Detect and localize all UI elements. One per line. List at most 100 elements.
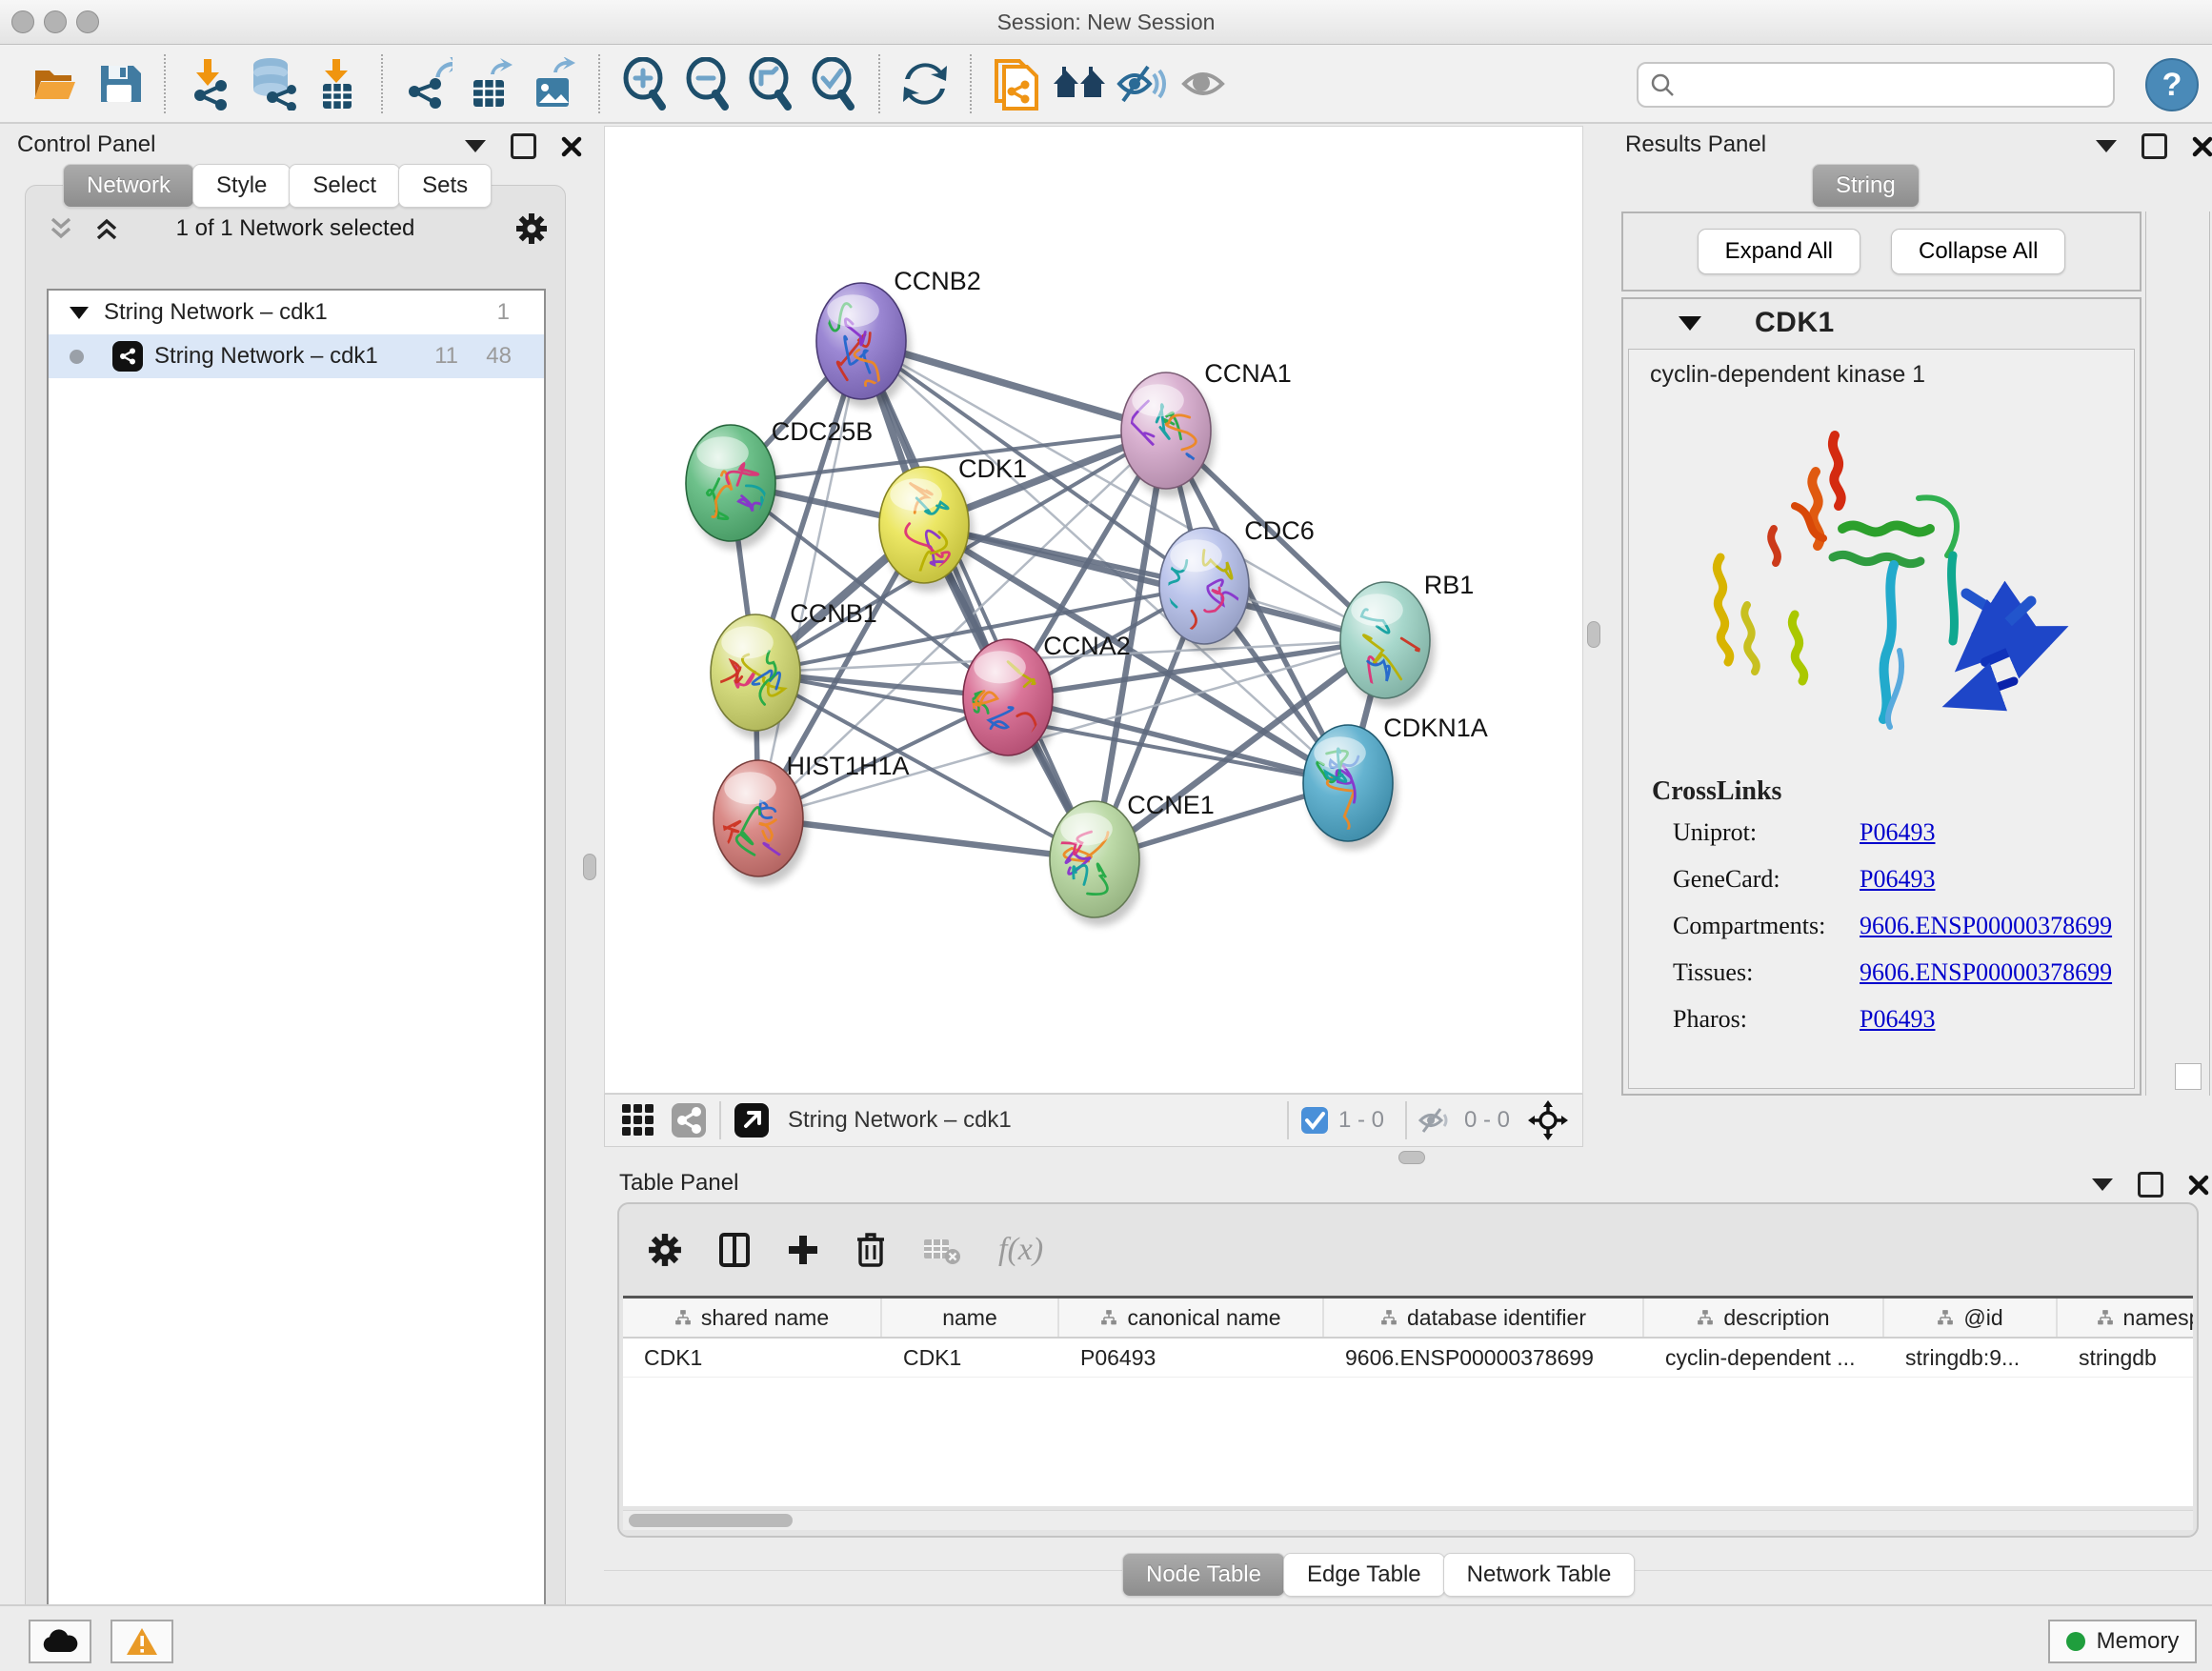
table-row[interactable]: CDK1CDK1P064939606.ENSP00000378699cyclin… bbox=[623, 1339, 2193, 1378]
network-node-cdc6[interactable] bbox=[1156, 528, 1254, 680]
panel-float-icon[interactable] bbox=[2092, 1178, 2113, 1191]
string-home-button[interactable] bbox=[1048, 53, 1111, 114]
zoom-out-button[interactable] bbox=[676, 53, 739, 114]
network-options-gear-icon[interactable] bbox=[515, 212, 548, 245]
crosslink-value-link[interactable]: P06493 bbox=[1860, 818, 1935, 847]
tab-node-table[interactable]: Node Table bbox=[1122, 1553, 1285, 1597]
memory-button[interactable]: Memory bbox=[2048, 1620, 2197, 1663]
help-button[interactable]: ? bbox=[2145, 58, 2199, 111]
scrollbar-thumb[interactable] bbox=[629, 1514, 793, 1527]
toolbar-separator bbox=[598, 54, 600, 113]
table-horizontal-scrollbar[interactable] bbox=[623, 1510, 2193, 1530]
column-header-canonical-name[interactable]: canonical name bbox=[1059, 1299, 1324, 1337]
column-header-database-identifier[interactable]: database identifier bbox=[1324, 1299, 1644, 1337]
zoom-fit-button[interactable] bbox=[739, 53, 802, 114]
import-table-file-button[interactable] bbox=[305, 53, 368, 114]
crosslink-value-link[interactable]: 9606.ENSP00000378699 bbox=[1860, 958, 2112, 987]
tab-network-table[interactable]: Network Table bbox=[1443, 1553, 1636, 1597]
left-splitter-handle[interactable] bbox=[583, 854, 596, 880]
save-session-button[interactable] bbox=[88, 53, 151, 114]
tab-network[interactable]: Network bbox=[63, 164, 194, 208]
column-header--id[interactable]: @id bbox=[1884, 1299, 2058, 1337]
crosslink-value-link[interactable]: P06493 bbox=[1860, 865, 1935, 894]
string-app-icon bbox=[112, 341, 143, 372]
network-edge[interactable] bbox=[758, 818, 1095, 859]
show-panel-button[interactable] bbox=[1174, 53, 1237, 114]
network-edge[interactable] bbox=[758, 341, 861, 818]
panel-float-icon[interactable] bbox=[2096, 140, 2117, 152]
crosslink-value-link[interactable]: 9606.ENSP00000378699 bbox=[1860, 912, 2112, 940]
open-session-button[interactable] bbox=[25, 53, 88, 114]
search-box[interactable] bbox=[1637, 62, 2115, 108]
table-cell[interactable]: stringdb:9... bbox=[1884, 1339, 2058, 1377]
tab-select[interactable]: Select bbox=[289, 164, 400, 208]
crosslink-label: Uniprot: bbox=[1673, 818, 1860, 847]
zoom-selected-button[interactable] bbox=[802, 53, 865, 114]
zoom-in-button[interactable] bbox=[613, 53, 676, 114]
cloud-status-button[interactable] bbox=[29, 1620, 91, 1663]
create-column-plus-icon[interactable] bbox=[787, 1234, 819, 1266]
network-node-ccne1[interactable] bbox=[1050, 801, 1144, 926]
network-node-ccnb2[interactable] bbox=[813, 283, 911, 408]
application-window: Session: New Session bbox=[0, 0, 2212, 1671]
export-image-button[interactable] bbox=[522, 53, 585, 114]
network-badge-icon[interactable] bbox=[670, 1101, 708, 1139]
table-cell[interactable]: 9606.ENSP00000378699 bbox=[1324, 1339, 1644, 1377]
open-in-new-window-icon[interactable] bbox=[733, 1101, 771, 1139]
network-collection-row[interactable]: String Network – cdk1 1 bbox=[49, 291, 544, 334]
column-header-shared-name[interactable]: shared name bbox=[623, 1299, 882, 1337]
results-scrollbar-track[interactable] bbox=[2145, 211, 2210, 1096]
panel-maximize-icon[interactable] bbox=[2142, 133, 2167, 159]
network-canvas[interactable]: CCNB2CCNA1CDC25BCDK1CDC6RB1CCNB1CCNA2HIS… bbox=[604, 126, 1583, 1094]
column-header-label: namespace bbox=[2123, 1305, 2193, 1331]
table-cell[interactable]: P06493 bbox=[1059, 1339, 1324, 1377]
crosslink-value-link[interactable]: P06493 bbox=[1860, 1005, 1935, 1034]
string-network-graph[interactable]: CCNB2CCNA1CDC25BCDK1CDC6RB1CCNB1CCNA2HIS… bbox=[605, 127, 1582, 1093]
network-node-cdkn1a[interactable] bbox=[1303, 725, 1398, 850]
node-table[interactable]: shared namenamecanonical namedatabase id… bbox=[623, 1296, 2193, 1506]
table-options-gear-icon[interactable] bbox=[648, 1233, 682, 1267]
collapse-triangle-icon[interactable] bbox=[1679, 316, 1701, 331]
network-node-cdk1[interactable] bbox=[879, 467, 974, 592]
refresh-layout-button[interactable] bbox=[894, 53, 956, 114]
table-cell[interactable]: CDK1 bbox=[882, 1339, 1059, 1377]
expand-all-button[interactable]: Expand All bbox=[1698, 229, 1860, 274]
selected-checkbox-icon[interactable] bbox=[1300, 1106, 1329, 1135]
export-table-button[interactable] bbox=[459, 53, 522, 114]
column-header-description[interactable]: description bbox=[1644, 1299, 1884, 1337]
delete-column-trash-icon[interactable] bbox=[855, 1232, 886, 1268]
network-row[interactable]: String Network – cdk1 11 48 bbox=[49, 334, 544, 378]
export-network-button[interactable] bbox=[396, 53, 459, 114]
column-header-namespace[interactable]: namespace bbox=[2058, 1299, 2193, 1337]
table-cell[interactable]: stringdb bbox=[2058, 1339, 2193, 1377]
birds-eye-view-icon[interactable] bbox=[620, 1102, 656, 1138]
show-columns-icon[interactable] bbox=[718, 1232, 751, 1268]
fit-selection-crosshair-icon[interactable] bbox=[1527, 1099, 1569, 1141]
collapse-all-button[interactable]: Collapse All bbox=[1891, 229, 2065, 274]
network-node-ccnb1[interactable] bbox=[711, 614, 805, 739]
tab-edge-table[interactable]: Edge Table bbox=[1283, 1553, 1445, 1597]
panel-maximize-icon[interactable] bbox=[2138, 1172, 2163, 1198]
panel-close-icon[interactable] bbox=[561, 136, 582, 157]
network-edge[interactable] bbox=[924, 525, 1385, 640]
panel-close-icon[interactable] bbox=[2192, 136, 2212, 157]
import-network-file-button[interactable] bbox=[179, 53, 242, 114]
gene-entry-header[interactable]: CDK1 bbox=[1623, 299, 2140, 347]
table-cell[interactable]: cyclin-dependent ... bbox=[1644, 1339, 1884, 1377]
network-edge[interactable] bbox=[861, 341, 1095, 859]
import-network-database-button[interactable] bbox=[242, 53, 305, 114]
search-input[interactable] bbox=[1675, 71, 2088, 98]
panel-maximize-icon[interactable] bbox=[511, 133, 536, 159]
tab-sets[interactable]: Sets bbox=[398, 164, 492, 208]
table-cell[interactable]: CDK1 bbox=[623, 1339, 882, 1377]
warnings-button[interactable] bbox=[111, 1620, 173, 1663]
network-node-rb1[interactable] bbox=[1340, 582, 1435, 711]
column-header-name[interactable]: name bbox=[882, 1299, 1059, 1337]
hide-panel-button[interactable] bbox=[1111, 53, 1174, 114]
tab-style[interactable]: Style bbox=[192, 164, 291, 208]
tab-string-results[interactable]: String bbox=[1812, 164, 1920, 208]
panel-close-icon[interactable] bbox=[2188, 1175, 2209, 1196]
network-from-document-button[interactable] bbox=[985, 53, 1048, 114]
collapse-triangle-icon[interactable] bbox=[70, 307, 89, 319]
panel-float-icon[interactable] bbox=[465, 140, 486, 152]
